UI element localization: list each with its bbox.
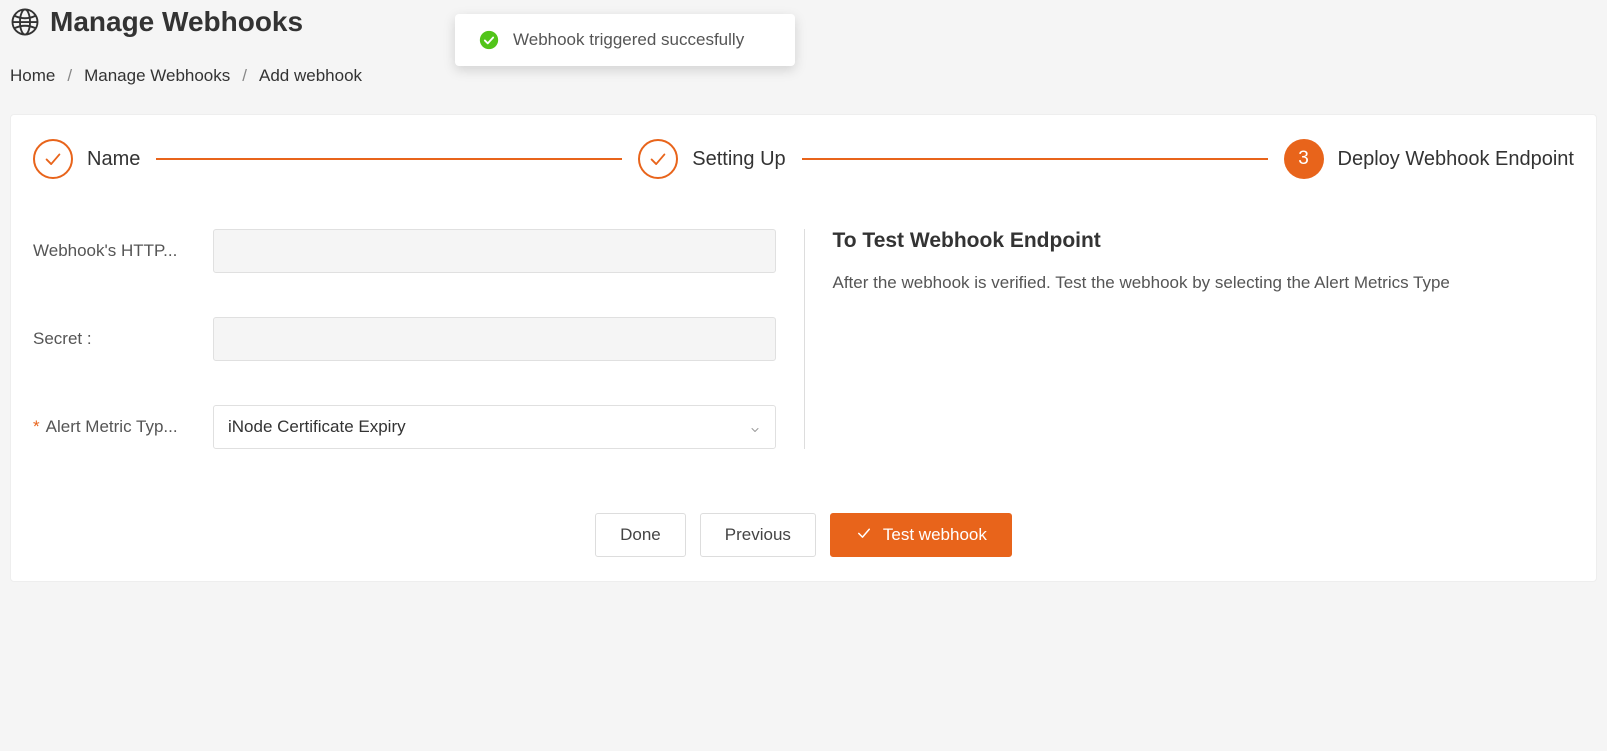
page-title: Manage Webhooks <box>50 6 303 38</box>
step-connector <box>802 158 1268 160</box>
step-label: Name <box>87 148 140 171</box>
breadcrumb-separator: / <box>242 66 247 86</box>
step-deploy: 3 Deploy Webhook Endpoint <box>1284 139 1574 179</box>
breadcrumb-separator: / <box>67 66 72 86</box>
secret-input[interactable] <box>213 317 776 361</box>
url-label: Webhook's HTTP... <box>33 241 213 261</box>
step-label: Setting Up <box>692 148 785 171</box>
test-webhook-button[interactable]: Test webhook <box>830 513 1012 557</box>
webhook-url-input[interactable] <box>213 229 776 273</box>
chevron-down-icon <box>749 421 761 433</box>
step-name: Name <box>33 139 140 179</box>
previous-button[interactable]: Previous <box>700 513 816 557</box>
check-icon <box>855 524 873 547</box>
step-setting-up: Setting Up <box>638 139 785 179</box>
step-circle-current: 3 <box>1284 139 1324 179</box>
breadcrumb: Home / Manage Webhooks / Add webhook <box>10 66 1597 86</box>
test-webhook-label: Test webhook <box>883 525 987 545</box>
step-label: Deploy Webhook Endpoint <box>1338 148 1574 171</box>
toast-message: Webhook triggered succesfully <box>513 30 744 50</box>
metric-type-label: *Alert Metric Typ... <box>33 417 213 437</box>
alert-metric-select[interactable]: iNode Certificate Expiry <box>213 405 776 449</box>
secret-label: Secret : <box>33 329 213 349</box>
wizard-steps: Name Setting Up 3 Deploy Webhook Endpoin… <box>33 139 1574 179</box>
globe-icon <box>10 7 40 37</box>
check-circle-icon <box>479 30 499 50</box>
breadcrumb-manage[interactable]: Manage Webhooks <box>84 66 230 86</box>
toast-notification: Webhook triggered succesfully <box>455 14 795 66</box>
breadcrumb-home[interactable]: Home <box>10 66 55 86</box>
step-connector <box>156 158 622 160</box>
info-title: To Test Webhook Endpoint <box>833 229 1575 253</box>
select-value: iNode Certificate Expiry <box>228 417 406 437</box>
step-circle-done <box>638 139 678 179</box>
done-button[interactable]: Done <box>595 513 686 557</box>
info-body: After the webhook is verified. Test the … <box>833 269 1575 298</box>
breadcrumb-current: Add webhook <box>259 66 362 86</box>
step-circle-done <box>33 139 73 179</box>
